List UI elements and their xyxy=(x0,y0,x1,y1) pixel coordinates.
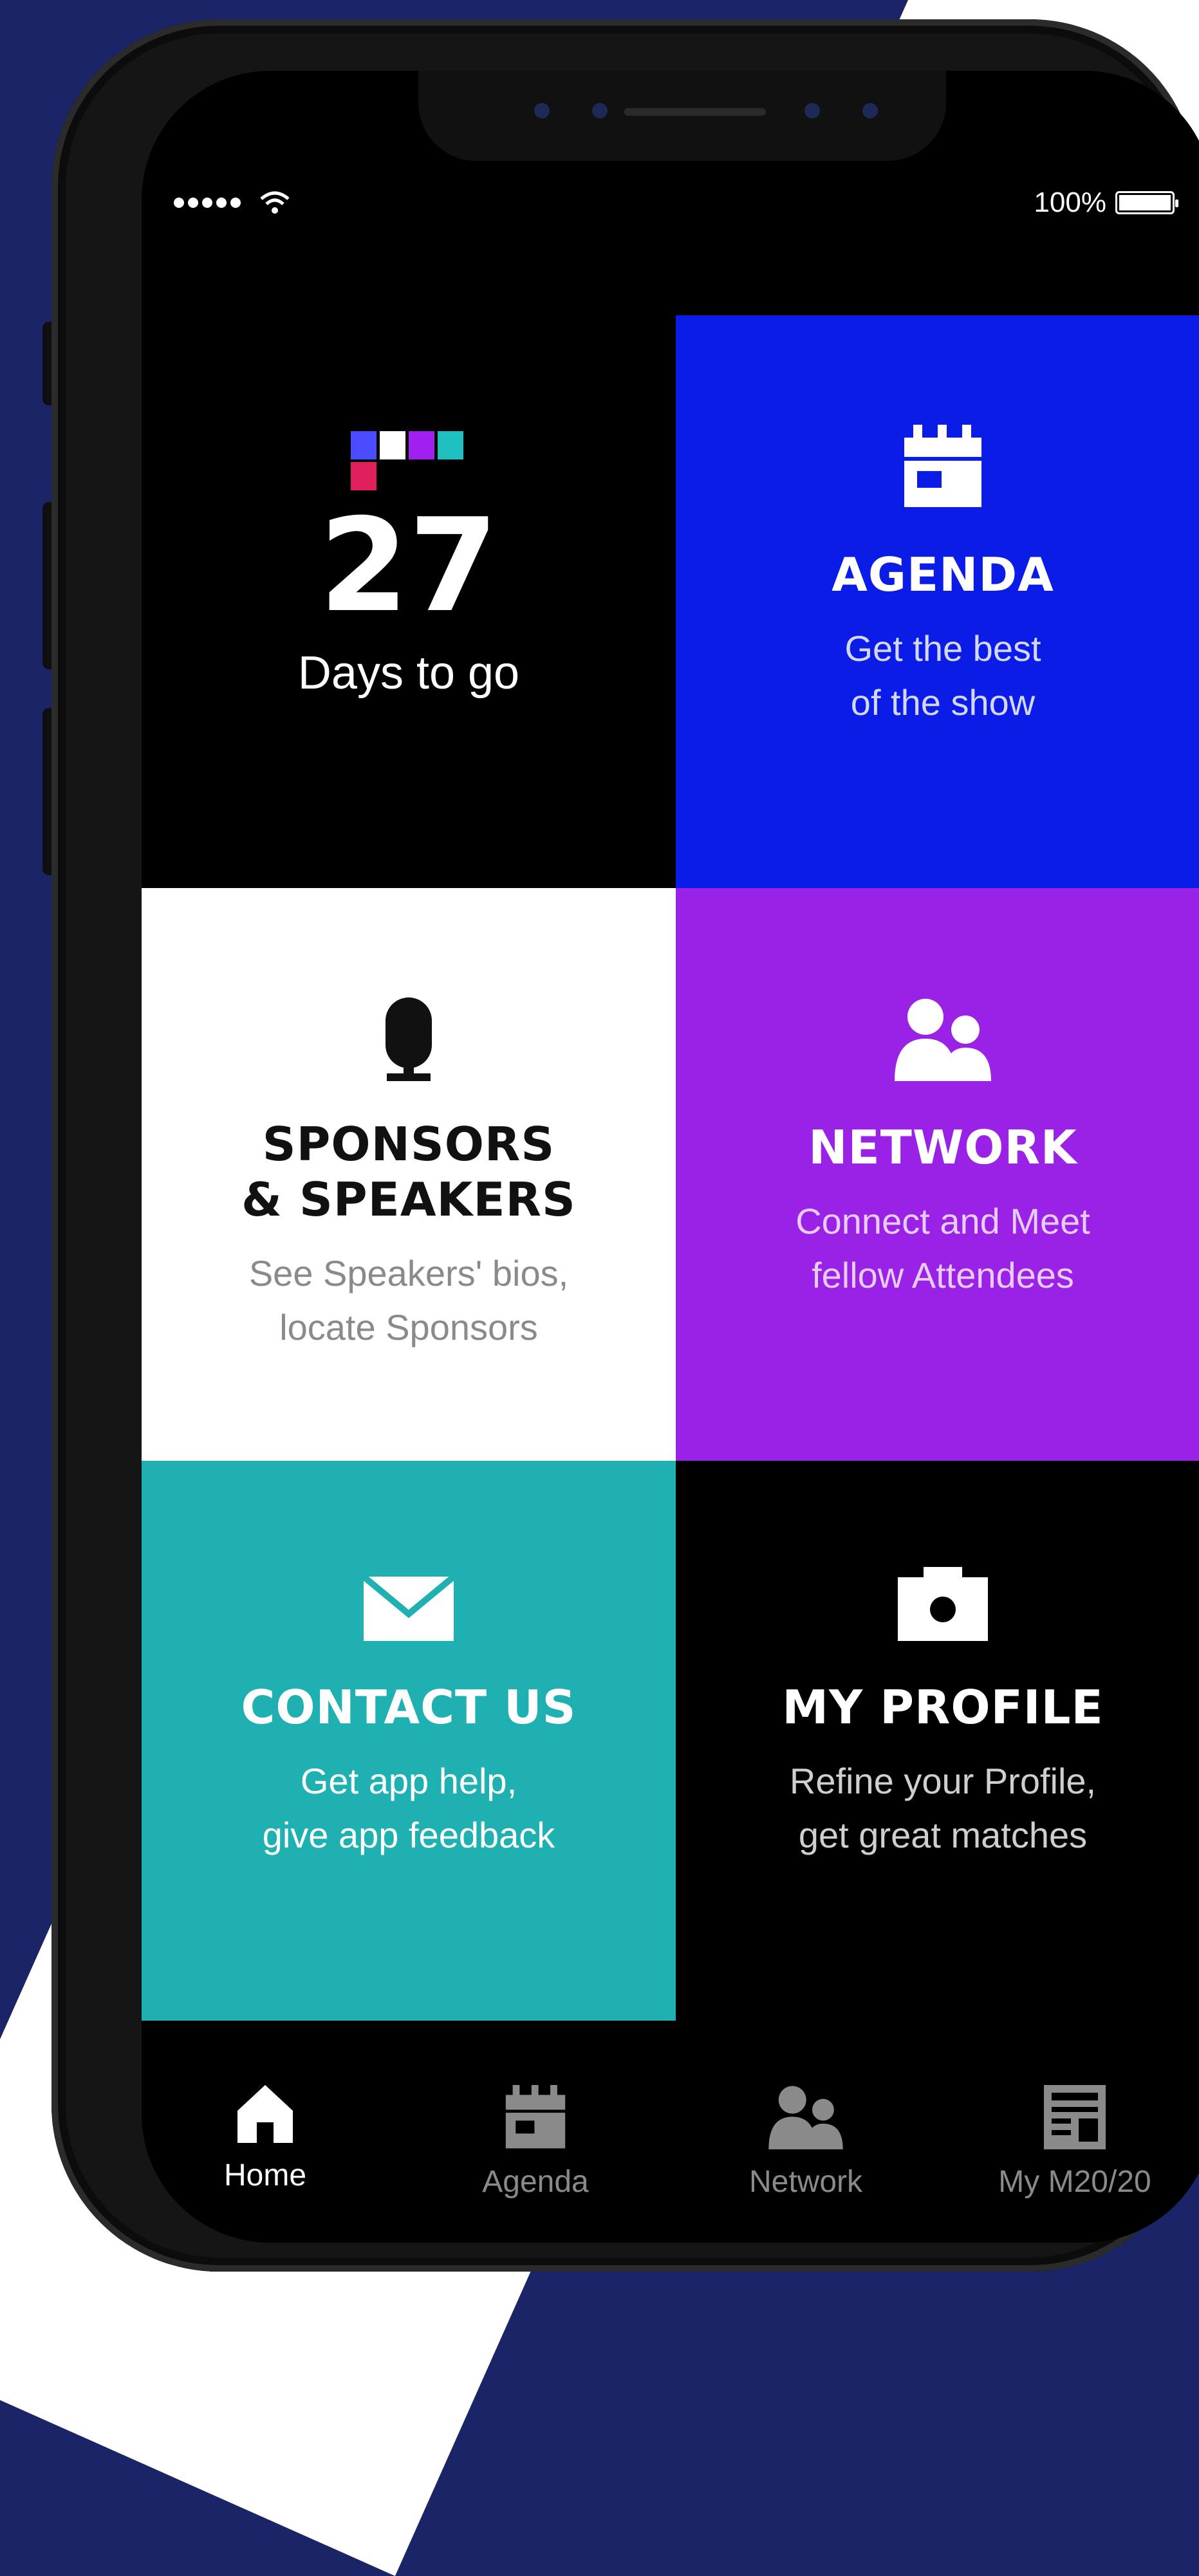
signal-icon xyxy=(174,198,241,208)
calendar-icon xyxy=(505,2085,566,2149)
phone-screen: 100% 27 Days to go AGENDA Get the best o… xyxy=(142,71,1199,2243)
contact-us-tile[interactable]: CONTACT US Get app help, give app feedba… xyxy=(142,1461,676,2021)
contact-title: CONTACT US xyxy=(241,1680,577,1734)
nav-network-label: Network xyxy=(748,2165,863,2199)
nav-agenda[interactable]: Agenda xyxy=(439,2085,632,2200)
network-tile[interactable]: NETWORK Connect and Meet fellow Attendee… xyxy=(676,888,1199,1461)
countdown-number: 27 xyxy=(319,491,499,641)
news-icon xyxy=(1044,2085,1106,2149)
microphone-icon xyxy=(386,997,432,1081)
battery-icon xyxy=(1115,191,1178,214)
people-icon xyxy=(768,2086,843,2149)
bottom-nav: Home Agenda Network My M20/20 xyxy=(142,2021,1199,2243)
status-bar-right: 100% xyxy=(1034,183,1178,222)
network-title: NETWORK xyxy=(808,1120,1077,1174)
notch xyxy=(418,71,946,161)
agenda-title: AGENDA xyxy=(832,548,1054,602)
my-profile-tile[interactable]: MY PROFILE Refine your Profile, get grea… xyxy=(676,1461,1199,2021)
phone-frame: 100% 27 Days to go AGENDA Get the best o… xyxy=(51,19,1199,2272)
nav-home[interactable]: Home xyxy=(169,2085,362,2193)
profile-title: MY PROFILE xyxy=(782,1680,1104,1734)
nav-home-label: Home xyxy=(223,2158,307,2192)
home-icon xyxy=(237,2085,293,2143)
sponsors-subtitle: See Speakers' bios, locate Sponsors xyxy=(248,1253,569,1348)
countdown-tile: 27 Days to go xyxy=(142,315,676,882)
profile-subtitle: Refine your Profile, get great matches xyxy=(789,1761,1097,1855)
camera-icon xyxy=(898,1567,988,1641)
sensor xyxy=(592,103,608,118)
calendar-icon xyxy=(904,425,981,507)
agenda-tile[interactable]: AGENDA Get the best of the show xyxy=(676,315,1199,888)
network-subtitle: Connect and Meet fellow Attendees xyxy=(795,1201,1090,1295)
envelope-icon xyxy=(364,1577,454,1641)
countdown-label: Days to go xyxy=(297,647,520,699)
people-icon xyxy=(895,999,991,1081)
speaker-grille xyxy=(624,108,766,116)
event-logo-icon xyxy=(351,431,463,490)
sponsors-speakers-tile[interactable]: SPONSORS & SPEAKERS See Speakers' bios, … xyxy=(142,888,676,1461)
front-camera xyxy=(804,103,820,118)
contact-subtitle: Get app help, give app feedback xyxy=(262,1761,555,1855)
nav-network[interactable]: Network xyxy=(709,2085,902,2200)
agenda-subtitle: Get the best of the show xyxy=(844,628,1041,723)
nav-my-m2020-label: My M20/20 xyxy=(998,2165,1151,2199)
battery-percentage: 100% xyxy=(1034,187,1106,218)
wifi-icon xyxy=(260,191,290,214)
sensor xyxy=(862,103,878,118)
nav-agenda-label: Agenda xyxy=(482,2165,589,2199)
status-bar-left xyxy=(174,183,291,222)
nav-my-m2020[interactable]: My M20/20 xyxy=(978,2085,1171,2200)
sponsors-title: SPONSORS & SPEAKERS xyxy=(241,1117,576,1227)
sensor xyxy=(534,103,550,118)
